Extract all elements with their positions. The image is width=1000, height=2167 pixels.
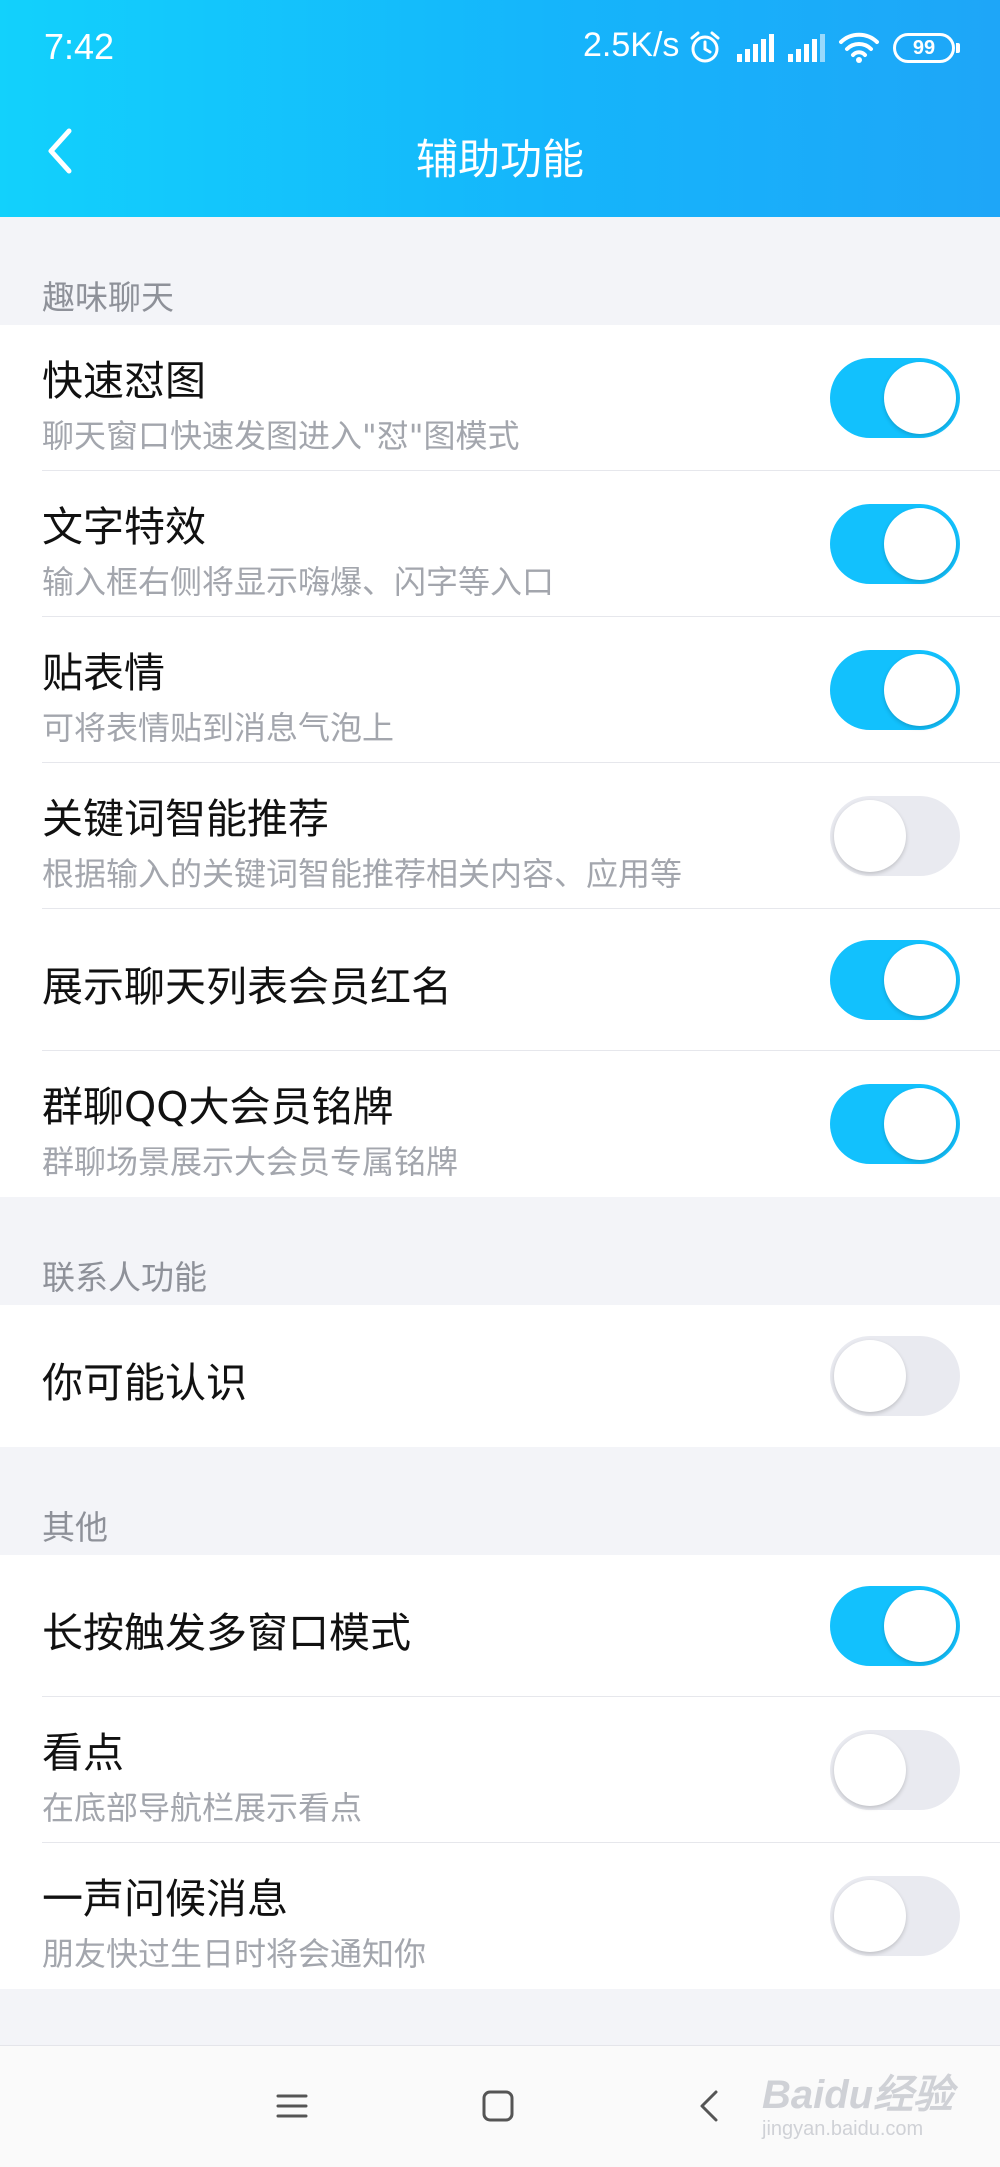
section-fun-chat: 快速怼图 聊天窗口快速发图进入"怼"图模式 文字特效 输入框右侧将显示嗨爆、闪字… — [0, 325, 1000, 1197]
toggle-text-effects[interactable] — [830, 504, 960, 584]
home-icon[interactable] — [478, 2086, 518, 2130]
toggle-knob — [884, 944, 956, 1016]
setting-title: 你可能认识 — [42, 1359, 247, 1407]
setting-row-keyword-recommend: 关键词智能推荐 根据输入的关键词智能推荐相关内容、应用等 — [0, 763, 1000, 909]
toggle-knob — [884, 508, 956, 580]
toggle-knob — [884, 654, 956, 726]
status-bar: 7:42 2.5K/s 99 — [0, 0, 1000, 96]
setting-row-vip-red-name: 展示聊天列表会员红名 — [0, 909, 1000, 1051]
setting-title: 群聊QQ大会员铭牌 — [42, 1083, 394, 1131]
section-other: 长按触发多窗口模式 看点 在底部导航栏展示看点 一声问候消息 朋友快过生日时将会… — [0, 1555, 1000, 1989]
toggle-vip-red-name[interactable] — [830, 940, 960, 1020]
toggle-sticker[interactable] — [830, 650, 960, 730]
alarm-icon — [688, 30, 722, 68]
setting-title: 关键词智能推荐 — [42, 795, 329, 843]
menu-icon[interactable] — [272, 2086, 312, 2130]
settings-content: 趣味聊天 快速怼图 聊天窗口快速发图进入"怼"图模式 文字特效 输入框右侧将显示… — [0, 217, 1000, 1989]
section-header-contacts: 联系人功能 — [42, 1258, 207, 1297]
setting-desc: 根据输入的关键词智能推荐相关内容、应用等 — [42, 855, 683, 893]
toggle-vip-badge[interactable] — [830, 1084, 960, 1164]
toggle-knob — [884, 1088, 956, 1160]
section-header-other: 其他 — [42, 1508, 108, 1547]
back-icon[interactable] — [690, 2086, 730, 2130]
setting-desc: 群聊场景展示大会员专属铭牌 — [42, 1143, 459, 1181]
toggle-multi-window[interactable] — [830, 1586, 960, 1666]
battery-icon: 99 — [893, 33, 960, 63]
setting-row-kandian: 看点 在底部导航栏展示看点 — [0, 1697, 1000, 1843]
setting-title: 一声问候消息 — [42, 1875, 288, 1923]
toggle-knob — [834, 800, 906, 872]
toggle-knob — [834, 1880, 906, 1952]
setting-desc: 聊天窗口快速发图进入"怼"图模式 — [42, 417, 520, 455]
section-header-fun-chat: 趣味聊天 — [42, 278, 174, 317]
signal-icon — [735, 34, 775, 66]
signal-icon — [786, 34, 826, 66]
setting-title: 展示聊天列表会员红名 — [42, 963, 452, 1011]
network-speed: 2.5K/s — [583, 26, 680, 64]
baidu-watermark: Baidu经验 jingyan.baidu.com — [762, 2062, 982, 2152]
toggle-knob — [884, 1590, 956, 1662]
toggle-birthday-greeting[interactable] — [830, 1876, 960, 1956]
toggle-knob — [884, 362, 956, 434]
setting-title: 看点 — [42, 1729, 124, 1777]
setting-title: 快速怼图 — [42, 357, 206, 405]
setting-title: 长按触发多窗口模式 — [42, 1609, 411, 1657]
setting-row-birthday-greeting: 一声问候消息 朋友快过生日时将会通知你 — [0, 1843, 1000, 1989]
nav-bar: 辅助功能 — [0, 96, 1000, 217]
toggle-knob — [834, 1734, 906, 1806]
setting-desc: 朋友快过生日时将会通知你 — [42, 1935, 427, 1973]
watermark-sub: jingyan.baidu.com — [762, 2118, 924, 2140]
watermark-main: Baidu经验 — [762, 2073, 954, 2117]
setting-desc: 可将表情贴到消息气泡上 — [42, 709, 395, 747]
toggle-knob — [834, 1340, 906, 1412]
page-title: 辅助功能 — [415, 135, 584, 184]
toggle-kandian[interactable] — [830, 1730, 960, 1810]
setting-title: 文字特效 — [42, 503, 206, 551]
setting-row-vip-badge: 群聊QQ大会员铭牌 群聊场景展示大会员专属铭牌 — [0, 1051, 1000, 1197]
setting-desc: 输入框右侧将显示嗨爆、闪字等入口 — [42, 563, 555, 601]
toggle-quick-image[interactable] — [830, 358, 960, 438]
setting-row-sticker: 贴表情 可将表情贴到消息气泡上 — [0, 617, 1000, 763]
section-contacts: 你可能认识 — [0, 1305, 1000, 1447]
wifi-icon — [838, 30, 880, 68]
setting-row-text-effects: 文字特效 输入框右侧将显示嗨爆、闪字等入口 — [0, 471, 1000, 617]
toggle-people-you-may-know[interactable] — [830, 1336, 960, 1416]
app-header: 7:42 2.5K/s 99 辅助功能 — [0, 0, 1000, 217]
setting-desc: 在底部导航栏展示看点 — [42, 1789, 363, 1827]
setting-row-quick-image: 快速怼图 聊天窗口快速发图进入"怼"图模式 — [0, 325, 1000, 471]
status-time: 7:42 — [44, 26, 115, 67]
toggle-keyword-recommend[interactable] — [830, 796, 960, 876]
setting-title: 贴表情 — [42, 649, 165, 697]
setting-row-multi-window: 长按触发多窗口模式 — [0, 1555, 1000, 1697]
setting-row-people-you-may-know: 你可能认识 — [0, 1305, 1000, 1447]
